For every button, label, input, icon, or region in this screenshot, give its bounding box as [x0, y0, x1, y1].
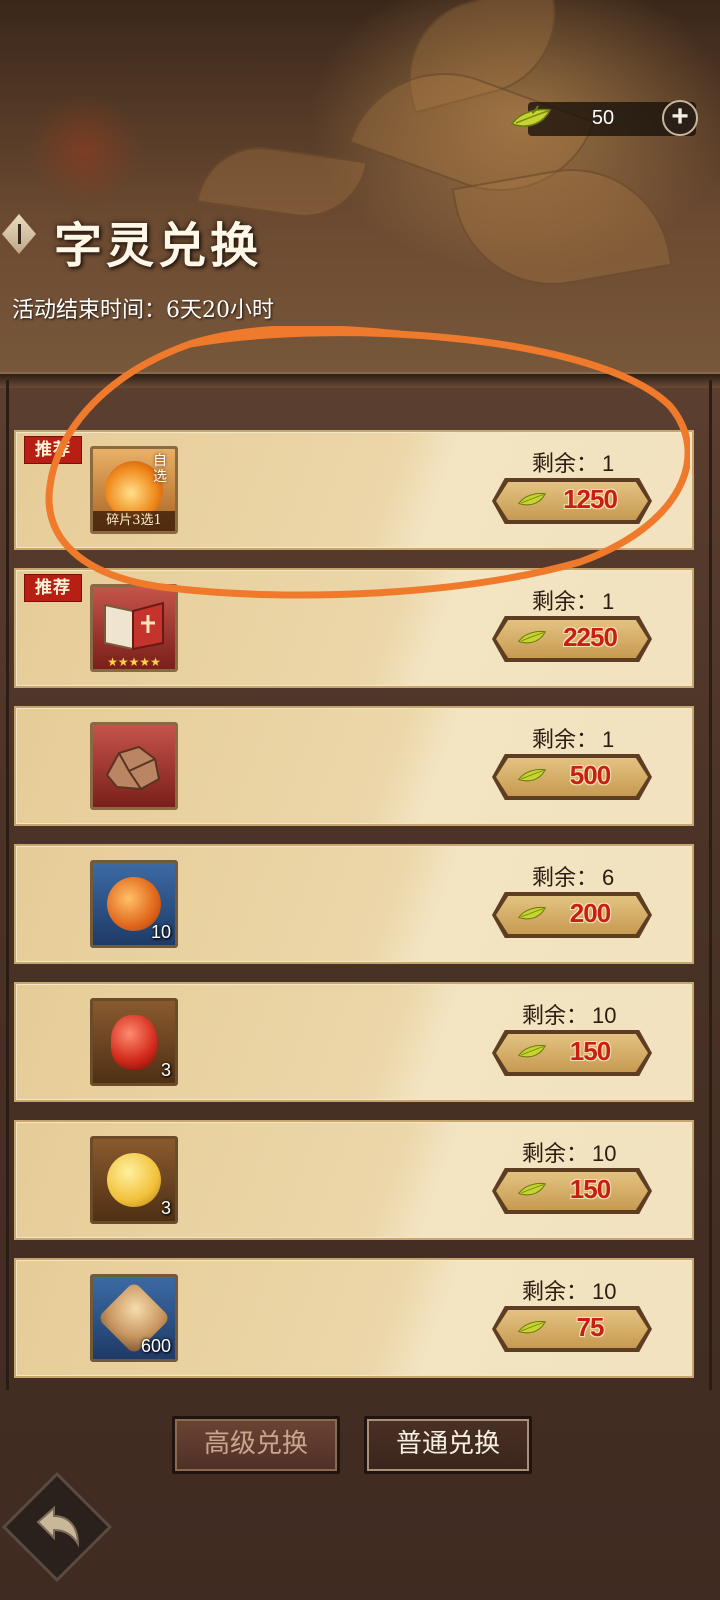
fragment-choice-label: 碎片3选1: [93, 511, 175, 531]
dragon-orb-icon[interactable]: 10: [90, 860, 178, 948]
price-value: 2250: [563, 622, 618, 652]
remaining-label: 剩余：: [522, 1004, 589, 1029]
remaining-label: 剩余：: [522, 1142, 589, 1167]
price-value: 150: [569, 1036, 611, 1066]
book-icon[interactable]: ★★★★★: [90, 584, 178, 672]
item-quantity: 600: [140, 1336, 171, 1356]
page-title: 字灵兑换: [54, 218, 263, 274]
remaining-count: 剩余： 10: [522, 1274, 617, 1306]
exchange-row[interactable]: 推荐 自选 碎片3选1 剩余： 1 1250: [14, 430, 694, 550]
remaining-value: 6: [602, 865, 615, 890]
add-currency-button[interactable]: +: [662, 100, 698, 136]
price-value: 200: [569, 898, 611, 928]
header-background: [0, 0, 720, 400]
plus-icon: +: [671, 100, 689, 133]
gem-core: [111, 1015, 157, 1069]
gold-coin-icon[interactable]: 3: [90, 1136, 178, 1224]
remaining-value: 10: [592, 1003, 617, 1028]
price-value: 500: [569, 760, 611, 790]
remaining-label: 剩余：: [532, 866, 599, 891]
exchange-row[interactable]: 10 剩余： 6 200: [14, 844, 694, 964]
remaining-count: 剩余： 10: [522, 998, 617, 1030]
currency-bar: 50 +: [510, 100, 698, 136]
price-button[interactable]: 75: [492, 1306, 652, 1352]
exchange-row[interactable]: 推荐 ★★★★★ 剩余： 1 2250: [14, 568, 694, 688]
remaining-label: 剩余：: [522, 1280, 589, 1305]
remaining-count: 剩余： 1: [532, 722, 614, 754]
ore-glyph: [105, 745, 161, 791]
price-value: 75: [576, 1312, 605, 1342]
normal-exchange-button[interactable]: 普通兑换: [364, 1416, 532, 1474]
star-rating: ★★★★★: [107, 655, 161, 669]
remaining-count: 剩余： 1: [532, 446, 614, 478]
jade-token-icon[interactable]: 600: [90, 1274, 178, 1362]
item-quantity: 3: [160, 1060, 171, 1080]
advanced-exchange-button[interactable]: 高级兑换: [172, 1416, 340, 1474]
price-button[interactable]: 2250: [492, 616, 652, 662]
price-button[interactable]: 150: [492, 1030, 652, 1076]
exchange-row[interactable]: 剩余： 1 500: [14, 706, 694, 826]
exchange-row[interactable]: 3 剩余： 10 150: [14, 1120, 694, 1240]
price-value: 1250: [563, 484, 618, 514]
red-gem-icon[interactable]: 3: [90, 998, 178, 1086]
leaf-currency-icon: [517, 1320, 547, 1334]
price-button[interactable]: 150: [492, 1168, 652, 1214]
remaining-value: 10: [592, 1279, 617, 1304]
price-button[interactable]: 200: [492, 892, 652, 938]
fire-orb-icon[interactable]: 自选 碎片3选1: [90, 446, 178, 534]
self-select-label: 自选: [153, 453, 167, 485]
recommended-tag: 推荐: [24, 436, 82, 464]
leaf-currency-icon: [517, 492, 547, 506]
remaining-count: 剩余： 6: [532, 860, 614, 892]
currency-amount: 50: [591, 107, 615, 129]
leaf-currency-icon: [517, 1182, 547, 1196]
leaf-currency-icon: [510, 105, 552, 127]
ore-icon[interactable]: [90, 722, 178, 810]
back-arrow-icon: [36, 1505, 80, 1548]
remaining-value: 10: [592, 1141, 617, 1166]
remaining-value: 1: [602, 589, 615, 614]
remaining-count: 剩余： 10: [522, 1136, 617, 1168]
recommended-tag: 推荐: [24, 574, 82, 602]
remaining-label: 剩余：: [532, 590, 599, 615]
remaining-value: 1: [602, 451, 615, 476]
price-button[interactable]: 1250: [492, 478, 652, 524]
exchange-row[interactable]: 3 剩余： 10 150: [14, 982, 694, 1102]
exchange-row[interactable]: 600 剩余： 10 75: [14, 1258, 694, 1378]
leaf-currency-icon: [517, 1044, 547, 1058]
event-end-time: 活动结束时间：6天20小时: [12, 298, 274, 323]
leaf-currency-icon: [517, 630, 547, 644]
remaining-label: 剩余：: [532, 452, 599, 477]
price-button[interactable]: 500: [492, 754, 652, 800]
coin-core: [107, 1153, 161, 1207]
leaf-currency-icon: [517, 768, 547, 782]
remaining-count: 剩余： 1: [532, 584, 614, 616]
leaf-currency-icon: [517, 906, 547, 920]
price-value: 150: [569, 1174, 611, 1204]
item-quantity: 3: [160, 1198, 171, 1218]
remaining-label: 剩余：: [532, 728, 599, 753]
remaining-value: 1: [602, 727, 615, 752]
item-quantity: 10: [150, 922, 171, 942]
